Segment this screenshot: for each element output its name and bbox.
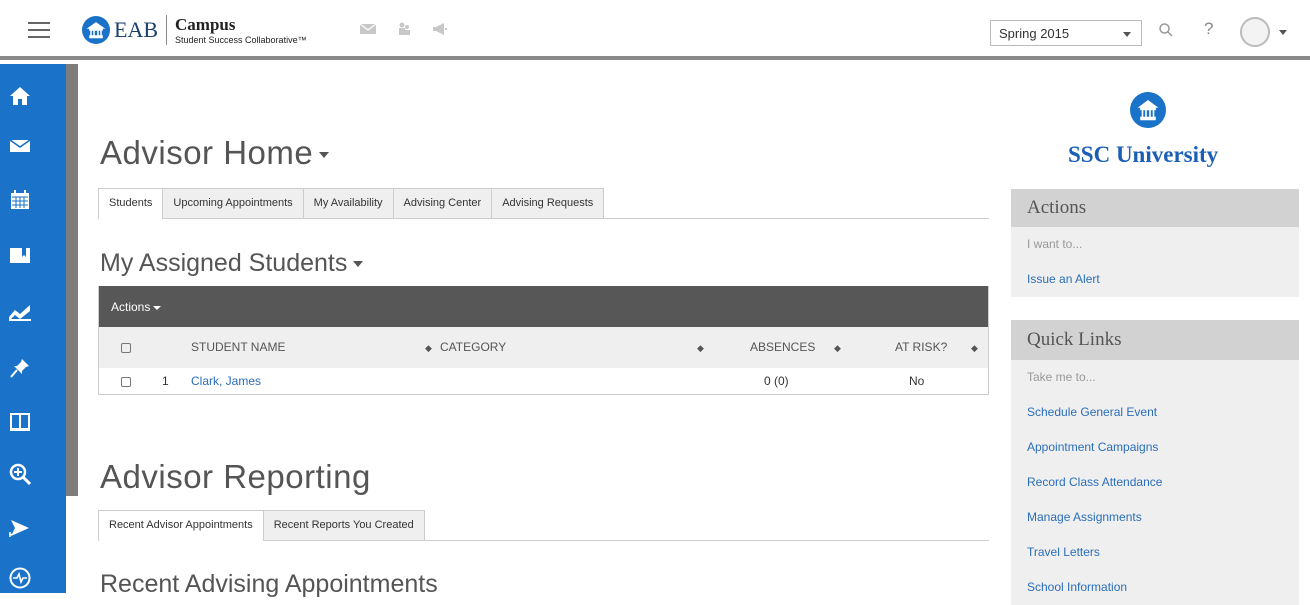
quick-links-panel: Quick Links Take me to... Schedule Gener…: [1011, 320, 1299, 605]
sort-icon[interactable]: ◆: [425, 327, 432, 369]
quick-link-school-information[interactable]: School Information: [1011, 570, 1299, 605]
chevron-down-icon: [319, 152, 330, 159]
brand-eab-text: EAB: [114, 17, 158, 42]
brand-campus-text: Campus: [175, 14, 236, 34]
brand-subtitle: Student Success Collaborative™: [175, 34, 307, 45]
chevron-down-icon: [353, 261, 364, 268]
pulse-icon[interactable]: [0, 558, 40, 598]
student-name-link[interactable]: Clark, James: [191, 368, 261, 394]
actions-panel-title: Actions: [1011, 189, 1299, 227]
reporting-tabs: Recent Advisor Appointments Recent Repor…: [98, 510, 989, 541]
actions-menu[interactable]: Actions: [111, 300, 162, 314]
search-icon[interactable]: [1158, 22, 1174, 38]
actions-menu-label: Actions: [111, 300, 151, 314]
row-number: 1: [162, 374, 169, 388]
top-bar: EAB Campus Student Success Collaborative…: [0, 0, 1310, 60]
tab-recent-advisor-appointments[interactable]: Recent Advisor Appointments: [98, 510, 264, 541]
folder-icon[interactable]: [0, 235, 40, 275]
ssc-university-logo-icon: [1130, 92, 1166, 128]
eab-logo-icon: [82, 16, 110, 44]
quick-link-appointment-campaigns[interactable]: Appointment Campaigns: [1011, 430, 1299, 465]
help-icon[interactable]: ?: [1204, 19, 1213, 39]
home-icon[interactable]: [0, 76, 40, 116]
table-header: STUDENT NAME ◆ CATEGORY ◆ ABSENCES ◆ AT …: [99, 327, 988, 368]
chevron-down-icon: [1123, 32, 1131, 37]
header-student-name[interactable]: STUDENT NAME: [191, 327, 285, 368]
plane-icon[interactable]: [0, 508, 40, 548]
tab-advising-requests[interactable]: Advising Requests: [491, 188, 605, 218]
row-absences: 0 (0): [764, 374, 789, 388]
actions-panel: Actions I want to... Issue an Alert: [1011, 189, 1299, 297]
sort-icon[interactable]: ◆: [697, 327, 704, 369]
select-all-checkbox[interactable]: [121, 342, 131, 353]
tab-students[interactable]: Students: [98, 188, 164, 219]
issue-alert-link[interactable]: Issue an Alert: [1011, 262, 1299, 297]
brand-logo[interactable]: EAB Campus Student Success Collaborative…: [82, 12, 307, 48]
left-nav: [0, 64, 66, 593]
chevron-down-icon[interactable]: [1279, 30, 1287, 35]
table-toolbar: Actions: [99, 286, 988, 327]
tab-my-availability[interactable]: My Availability: [302, 188, 394, 218]
people-icon[interactable]: [396, 22, 412, 36]
scrollbar[interactable]: [66, 64, 78, 496]
avatar[interactable]: [1240, 17, 1270, 47]
term-select[interactable]: Spring 2015: [990, 20, 1142, 46]
quick-link-travel-letters[interactable]: Travel Letters: [1011, 535, 1299, 570]
students-table: Actions STUDENT NAME ◆ CATEGORY ◆ ABSENC…: [98, 286, 989, 395]
tab-advising-center[interactable]: Advising Center: [392, 188, 493, 218]
university-name: SSC University: [1068, 142, 1219, 167]
header-at-risk[interactable]: AT RISK?: [895, 327, 947, 368]
brand-divider: [166, 15, 167, 45]
book-icon[interactable]: [0, 402, 40, 442]
assigned-students-title-text: My Assigned Students: [100, 249, 348, 277]
quick-links-subtitle: Take me to...: [1027, 370, 1096, 384]
advisor-reporting-title: Advisor Reporting: [100, 458, 371, 495]
calendar-icon[interactable]: [0, 180, 40, 220]
tab-upcoming-appointments[interactable]: Upcoming Appointments: [162, 188, 304, 218]
actions-panel-subtitle: I want to...: [1027, 237, 1083, 251]
sort-icon[interactable]: ◆: [971, 327, 978, 369]
row-checkbox[interactable]: [121, 376, 131, 387]
advisor-home-tabs: Students Upcoming Appointments My Availa…: [98, 188, 989, 219]
search-zoom-icon[interactable]: [0, 454, 40, 494]
sort-icon[interactable]: ◆: [834, 327, 841, 369]
chevron-down-icon: [153, 305, 162, 310]
header-absences[interactable]: ABSENCES: [750, 327, 815, 368]
tab-recent-reports[interactable]: Recent Reports You Created: [262, 510, 425, 540]
quick-link-record-class-attendance[interactable]: Record Class Attendance: [1011, 465, 1299, 500]
quick-link-schedule-general-event[interactable]: Schedule General Event: [1011, 395, 1299, 430]
menu-icon[interactable]: [28, 22, 50, 38]
mail-icon[interactable]: [0, 126, 40, 166]
assigned-students-title[interactable]: My Assigned Students: [100, 249, 364, 278]
table-row: 1 Clark, James 0 (0) No: [99, 368, 988, 394]
quick-link-manage-assignments[interactable]: Manage Assignments: [1011, 500, 1299, 535]
quick-links-title: Quick Links: [1011, 320, 1299, 360]
chart-icon[interactable]: [0, 292, 40, 332]
pin-icon[interactable]: [0, 348, 40, 388]
megaphone-icon[interactable]: [432, 22, 448, 36]
page-title-text: Advisor Home: [100, 134, 314, 171]
recent-appointments-title: Recent Advising Appointments: [100, 570, 438, 598]
mail-icon[interactable]: [360, 22, 376, 36]
header-category[interactable]: CATEGORY: [440, 327, 506, 368]
term-select-value: Spring 2015: [999, 26, 1070, 41]
page-title[interactable]: Advisor Home: [100, 134, 330, 172]
row-at-risk: No: [909, 374, 925, 388]
